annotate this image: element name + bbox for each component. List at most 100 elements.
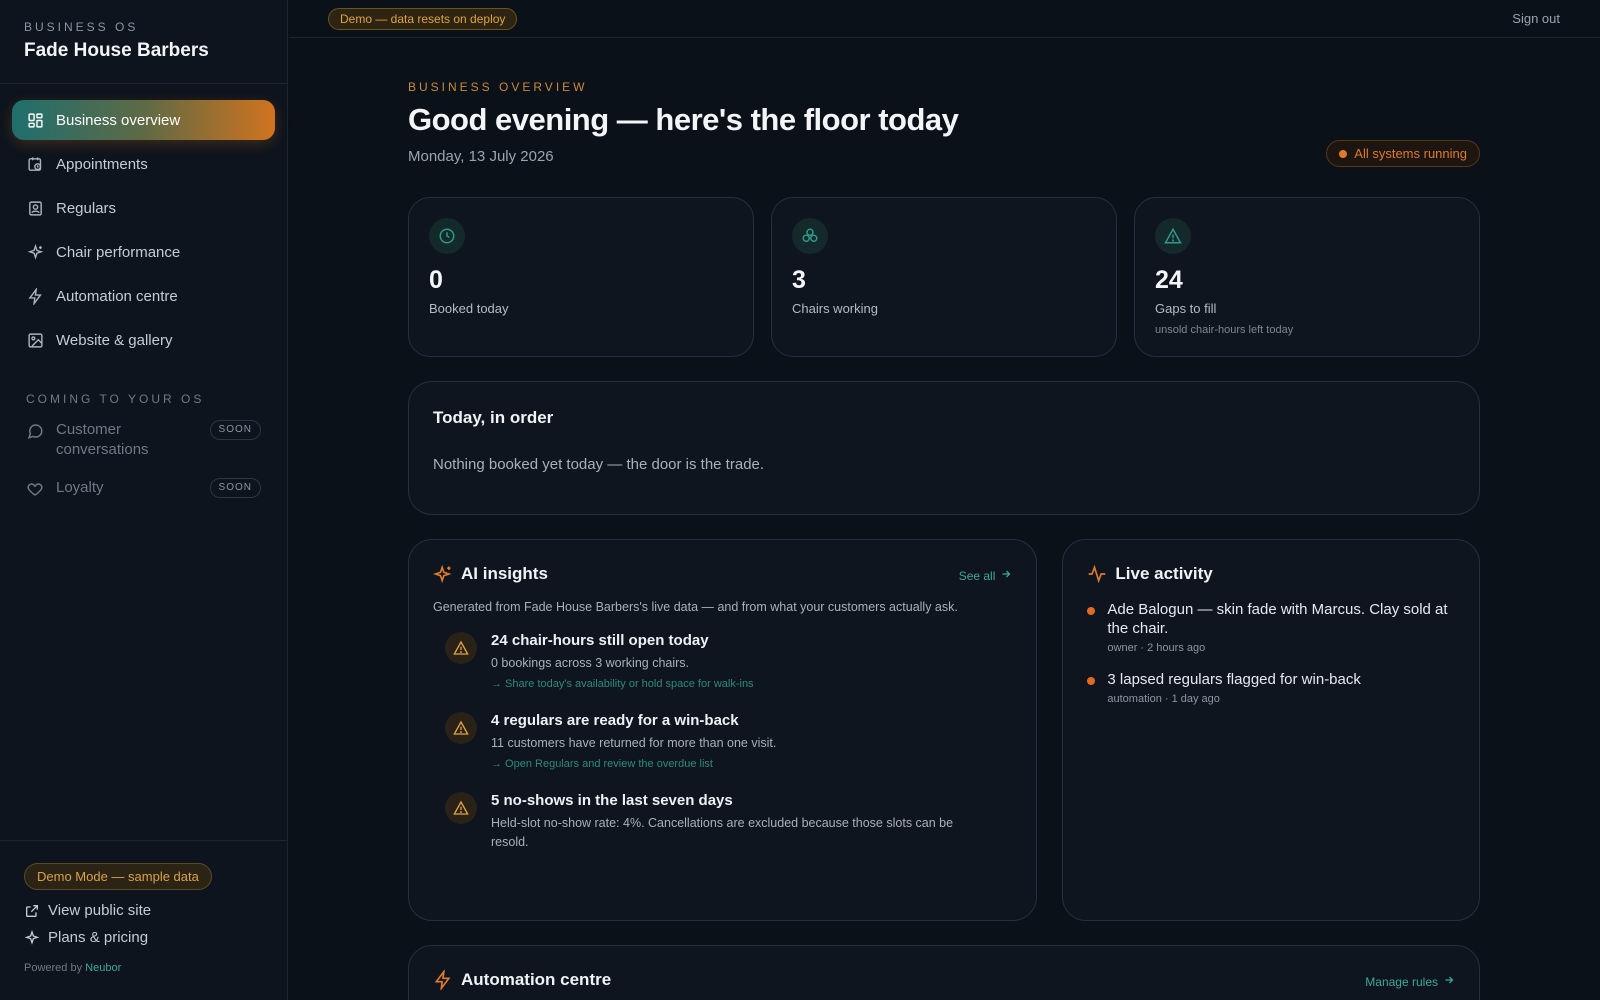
insight-action-link[interactable]: → Open Regulars and review the overdue l… xyxy=(491,758,776,770)
today-card: Today, in order Nothing booked yet today… xyxy=(408,381,1480,515)
activity-meta: owner · 2 hours ago xyxy=(1107,642,1206,654)
stats-row: 0 Booked today 3 Chairs working 24 Gaps … xyxy=(408,197,1480,357)
chat-icon xyxy=(26,422,44,440)
stat-card-chairs: 3 Chairs working xyxy=(771,197,1117,357)
heart-icon xyxy=(26,480,44,498)
insight-description: Held-slot no-show rate: 4%. Cancellation… xyxy=(491,816,954,849)
insight-description: 0 bookings across 3 working chairs. xyxy=(491,656,690,670)
demo-banner: Demo — data resets on deploy xyxy=(328,8,518,30)
activity-dot xyxy=(1087,607,1096,615)
demo-mode-badge: Demo Mode — sample data xyxy=(24,863,212,890)
sidebar-item-chair-performance[interactable]: Chair performance xyxy=(12,232,275,272)
insight-item: 5 no-shows in the last seven days Held-s… xyxy=(433,792,1012,852)
stat-card-gaps: 24 Gaps to fill unsold chair-hours left … xyxy=(1134,197,1480,357)
external-link-icon xyxy=(24,903,40,919)
activity-text: 3 lapsed regulars flagged for win-back xyxy=(1107,671,1361,688)
automation-centre-card: Automation centre Manage rules xyxy=(408,945,1480,1000)
stat-value: 24 xyxy=(1155,266,1183,294)
stat-value: 3 xyxy=(792,266,806,294)
live-activity-title: Live activity xyxy=(1115,564,1213,583)
image-icon xyxy=(26,331,44,349)
sparkle-icon xyxy=(26,243,44,261)
page-date: Monday, 13 July 2026 xyxy=(408,148,554,165)
coming-section-label: COMING TO YOUR OS xyxy=(26,392,205,406)
warning-icon xyxy=(445,632,477,664)
brand-eyebrow: BUSINESS OS xyxy=(24,20,139,34)
top-bar: Demo — data resets on deploy Sign out xyxy=(289,0,1600,38)
sparkle-icon xyxy=(24,929,40,946)
sidebar-item-label: Regulars xyxy=(56,199,117,217)
activity-pulse-icon xyxy=(1087,564,1107,584)
calendar-clock-icon xyxy=(26,155,44,173)
view-public-site-label: View public site xyxy=(48,902,152,919)
sidebar-item-appointments[interactable]: Appointments xyxy=(12,144,275,184)
manage-rules-link[interactable]: Manage rules xyxy=(1365,974,1455,989)
insight-action-link[interactable]: → Share today's availability or hold spa… xyxy=(491,678,754,690)
sidebar-nav: Business overview Appointments Regulars … xyxy=(0,84,287,360)
see-all-link[interactable]: See all xyxy=(959,568,1013,583)
status-badge: All systems running xyxy=(1326,140,1480,167)
soon-badge: SOON xyxy=(209,420,261,440)
stat-label: Chairs working xyxy=(792,301,878,316)
see-all-label: See all xyxy=(958,568,996,583)
sidebar-item-label: Automation centre xyxy=(56,287,178,305)
ai-insights-title: AI insights xyxy=(461,564,548,583)
today-empty-state: Nothing booked yet today — the door is t… xyxy=(433,456,765,473)
arrow-right-icon xyxy=(1000,568,1012,583)
status-dot xyxy=(1339,149,1348,158)
sidebar-item-label: Appointments xyxy=(56,155,148,173)
sidebar-item-website-gallery[interactable]: Website & gallery xyxy=(12,320,275,360)
automation-title: Automation centre xyxy=(461,970,612,989)
lightning-icon xyxy=(433,968,453,992)
sidebar-item-automation-centre[interactable]: Automation centre xyxy=(12,276,275,316)
sidebar-item-business-overview[interactable]: Business overview xyxy=(12,100,275,140)
main-content: BUSINESS OVERVIEW Good evening — here's … xyxy=(408,38,1480,1000)
warning-icon xyxy=(445,712,477,744)
activity-text: Ade Balogun — skin fade with Marcus. Cla… xyxy=(1107,601,1448,637)
arrow-right-icon xyxy=(1443,974,1455,989)
sidebar-item-label: Loyalty xyxy=(56,479,104,496)
sidebar-footer: Demo Mode — sample data View public site… xyxy=(0,840,288,1000)
grid-icon xyxy=(26,111,44,129)
sidebar-item-label: Chair performance xyxy=(56,243,181,261)
sidebar-item-loyalty: Loyalty SOON xyxy=(0,478,287,498)
sidebar: BUSINESS OS Fade House Barbers Business … xyxy=(0,0,288,1000)
stat-label: Gaps to fill xyxy=(1155,301,1217,316)
ai-insights-subtitle: Generated from Fade House Barbers's live… xyxy=(433,600,958,614)
brand-block: BUSINESS OS Fade House Barbers xyxy=(0,0,287,84)
chairs-icon xyxy=(792,218,828,254)
insights-row: AI insights See all Generated from Fade … xyxy=(408,539,1480,921)
activity-item: Ade Balogun — skin fade with Marcus. Cla… xyxy=(1087,600,1455,654)
insight-title: 4 regulars are ready for a win-back xyxy=(491,712,739,729)
powered-brand-link[interactable]: Neubor xyxy=(85,962,121,974)
sidebar-item-label: Website & gallery xyxy=(56,331,173,349)
insight-title: 5 no-shows in the last seven days xyxy=(491,792,733,809)
sign-out-button[interactable]: Sign out xyxy=(1512,11,1560,26)
clock-icon xyxy=(429,218,465,254)
warning-icon xyxy=(445,792,477,824)
status-label: All systems running xyxy=(1354,146,1467,161)
automation-header: Automation centre xyxy=(433,968,1455,992)
insight-item: 24 chair-hours still open today 0 bookin… xyxy=(433,632,1012,690)
sidebar-item-regulars[interactable]: Regulars xyxy=(12,188,275,228)
plans-pricing-link[interactable]: Plans & pricing xyxy=(24,929,264,946)
view-public-site-link[interactable]: View public site xyxy=(24,902,264,919)
insight-item: 4 regulars are ready for a win-back 11 c… xyxy=(433,712,1012,770)
live-activity-header: Live activity xyxy=(1087,564,1455,584)
lightning-icon xyxy=(26,287,44,305)
contact-badge-icon xyxy=(26,199,44,217)
live-activity-card: Live activity Ade Balogun — skin fade wi… xyxy=(1062,539,1480,921)
activity-dot xyxy=(1087,677,1096,685)
page-eyebrow: BUSINESS OVERVIEW xyxy=(408,80,588,94)
business-name: Fade House Barbers xyxy=(24,40,209,61)
sidebar-item-customer-conversations: Customer conversations SOON xyxy=(0,420,287,460)
plans-pricing-label: Plans & pricing xyxy=(48,929,149,946)
activity-item: 3 lapsed regulars flagged for win-back a… xyxy=(1087,670,1455,705)
page-title: Good evening — here's the floor today xyxy=(408,102,959,137)
insight-description: 11 customers have returned for more than… xyxy=(491,736,777,750)
sparkle-icon xyxy=(432,564,453,584)
activity-meta: automation · 1 day ago xyxy=(1107,693,1220,705)
insight-title: 24 chair-hours still open today xyxy=(491,632,709,649)
powered-prefix: Powered by xyxy=(24,962,83,974)
stat-sublabel: unsold chair-hours left today xyxy=(1155,324,1294,336)
